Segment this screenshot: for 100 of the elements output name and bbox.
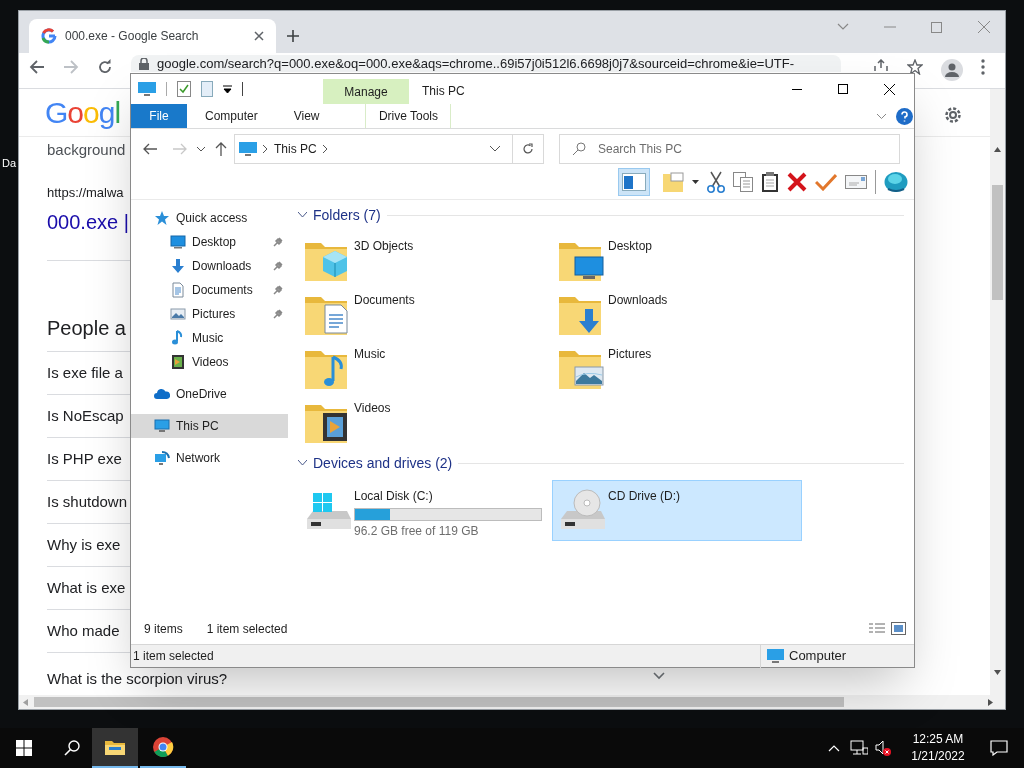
- search-icon[interactable]: [64, 740, 80, 756]
- back-icon[interactable]: [143, 143, 157, 155]
- nav-item[interactable]: Network: [131, 446, 288, 470]
- nav-item[interactable]: Quick access: [131, 206, 288, 230]
- properties-icon[interactable]: [177, 81, 191, 97]
- tile-name: Documents: [354, 292, 415, 309]
- star-icon[interactable]: [907, 59, 923, 75]
- nav-item[interactable]: Videos: [131, 350, 288, 374]
- copy-icon[interactable]: [733, 171, 753, 192]
- question-text[interactable]: Is shutdown: [47, 490, 128, 514]
- result-link[interactable]: 000.exe |: [47, 209, 129, 235]
- network-icon[interactable]: [850, 740, 868, 756]
- ribbon-tab[interactable]: View: [275, 104, 338, 128]
- show-hidden-icons-icon[interactable]: [828, 744, 840, 752]
- back-icon[interactable]: [29, 59, 45, 75]
- nav-item[interactable]: Music: [131, 326, 288, 350]
- clock-date[interactable]: 1/21/2022: [911, 748, 965, 765]
- item-count: 9 items: [144, 621, 183, 638]
- new-tab-icon[interactable]: [286, 29, 300, 43]
- tile[interactable]: Local Disk (C:) 96.2 GB free of 119 GB: [298, 480, 552, 541]
- tile[interactable]: 3D Objects: [298, 230, 552, 284]
- share-icon[interactable]: [873, 59, 889, 71]
- cut-icon[interactable]: [707, 170, 725, 193]
- desktop-icon-label[interactable]: Da: [2, 155, 17, 172]
- settings-icon[interactable]: [943, 105, 963, 125]
- address-bar[interactable]: This PC: [234, 134, 544, 164]
- horizontal-scrollbar[interactable]: [19, 695, 1005, 709]
- customize-toolbar-icon[interactable]: [223, 85, 232, 93]
- reload-icon[interactable]: [97, 59, 113, 75]
- nav-item[interactable]: Pictures: [131, 302, 288, 326]
- tile[interactable]: Pictures: [552, 338, 802, 392]
- checkmark-icon[interactable]: [815, 172, 837, 191]
- search-field[interactable]: Search This PC: [559, 134, 900, 164]
- nav-item[interactable]: OneDrive: [131, 382, 288, 406]
- breadcrumb[interactable]: This PC: [274, 140, 317, 158]
- scroll-up-icon[interactable]: [994, 147, 1001, 152]
- large-icons-view-icon[interactable]: [891, 622, 906, 635]
- nav-item[interactable]: Downloads: [131, 254, 288, 278]
- ribbon-tab[interactable]: Computer: [187, 104, 276, 128]
- muted-volume-icon[interactable]: [875, 740, 891, 756]
- star-icon: [154, 210, 170, 226]
- search-input[interactable]: Search This PC: [598, 140, 899, 158]
- scroll-right-icon[interactable]: [988, 698, 993, 706]
- close-icon[interactable]: [978, 21, 990, 33]
- google-logo[interactable]: Googl: [45, 90, 121, 135]
- preview-pane-button[interactable]: [618, 167, 650, 196]
- envelope-icon[interactable]: [845, 174, 867, 189]
- pin-icon[interactable]: [273, 261, 283, 271]
- question-text[interactable]: Is NoEscap: [47, 404, 124, 428]
- taskbar-app[interactable]: [92, 728, 138, 768]
- nav-item[interactable]: This PC: [131, 414, 288, 438]
- clock-time[interactable]: 12:25 AM: [912, 731, 964, 748]
- pin-icon[interactable]: [273, 285, 283, 295]
- vertical-scrollbar[interactable]: [990, 89, 1005, 695]
- group-header[interactable]: Devices and drives (2): [298, 452, 914, 474]
- computer-icon[interactable]: [138, 81, 156, 97]
- refresh-icon[interactable]: [522, 143, 534, 155]
- notifications-icon[interactable]: [990, 740, 1008, 756]
- scroll-down-icon[interactable]: [994, 670, 1001, 675]
- delete-icon[interactable]: [787, 171, 807, 192]
- paste-icon[interactable]: [761, 170, 779, 193]
- tile[interactable]: CD Drive (D:): [552, 480, 802, 541]
- chevron-icon[interactable]: [322, 145, 328, 153]
- question-text[interactable]: Who made: [47, 619, 120, 643]
- question-text[interactable]: What is the scorpion virus?: [47, 667, 228, 691]
- chevron-icon[interactable]: [653, 672, 665, 680]
- dropdown-icon[interactable]: [692, 179, 699, 184]
- tile[interactable]: Desktop: [552, 230, 802, 284]
- expand-ribbon-icon[interactable]: [876, 113, 887, 120]
- tile[interactable]: Videos: [298, 392, 552, 446]
- pin-icon[interactable]: [273, 237, 283, 247]
- manage-context-tab[interactable]: Manage: [323, 79, 409, 104]
- tile[interactable]: Documents: [298, 284, 552, 338]
- ribbon-tab[interactable]: Drive Tools: [365, 104, 452, 128]
- tile[interactable]: Music: [298, 338, 552, 392]
- question-text[interactable]: Why is exe: [47, 533, 121, 557]
- dropdown-icon[interactable]: [490, 146, 500, 152]
- nav-item[interactable]: Desktop: [131, 230, 288, 254]
- help-icon[interactable]: [896, 108, 913, 125]
- ribbon-tab[interactable]: File: [131, 104, 187, 128]
- start-icon[interactable]: [16, 740, 32, 756]
- maximize-icon[interactable]: [931, 21, 942, 33]
- tab-title: 000.exe - Google Search: [65, 28, 200, 45]
- up-icon[interactable]: [215, 142, 227, 156]
- nav-item[interactable]: Documents: [131, 278, 288, 302]
- tile[interactable]: Downloads: [552, 284, 802, 338]
- question-text[interactable]: Is exe file a: [47, 361, 123, 385]
- close-tab-icon[interactable]: [254, 31, 264, 41]
- recent-locations-icon[interactable]: [197, 146, 205, 152]
- group-header[interactable]: Folders (7): [298, 204, 914, 226]
- tab-search-icon[interactable]: [837, 23, 849, 31]
- pin-icon[interactable]: [273, 309, 283, 319]
- scrollbar-thumb[interactable]: [992, 185, 1003, 300]
- profile-icon[interactable]: [941, 59, 963, 81]
- cloud-icon: [154, 386, 170, 402]
- question-text[interactable]: What is exe: [47, 576, 126, 600]
- question-text[interactable]: Is PHP exe: [47, 447, 122, 471]
- browser-tab[interactable]: 000.exe - Google Search: [29, 19, 276, 53]
- menu-icon[interactable]: [981, 59, 985, 75]
- scrollbar-thumb[interactable]: [34, 697, 844, 707]
